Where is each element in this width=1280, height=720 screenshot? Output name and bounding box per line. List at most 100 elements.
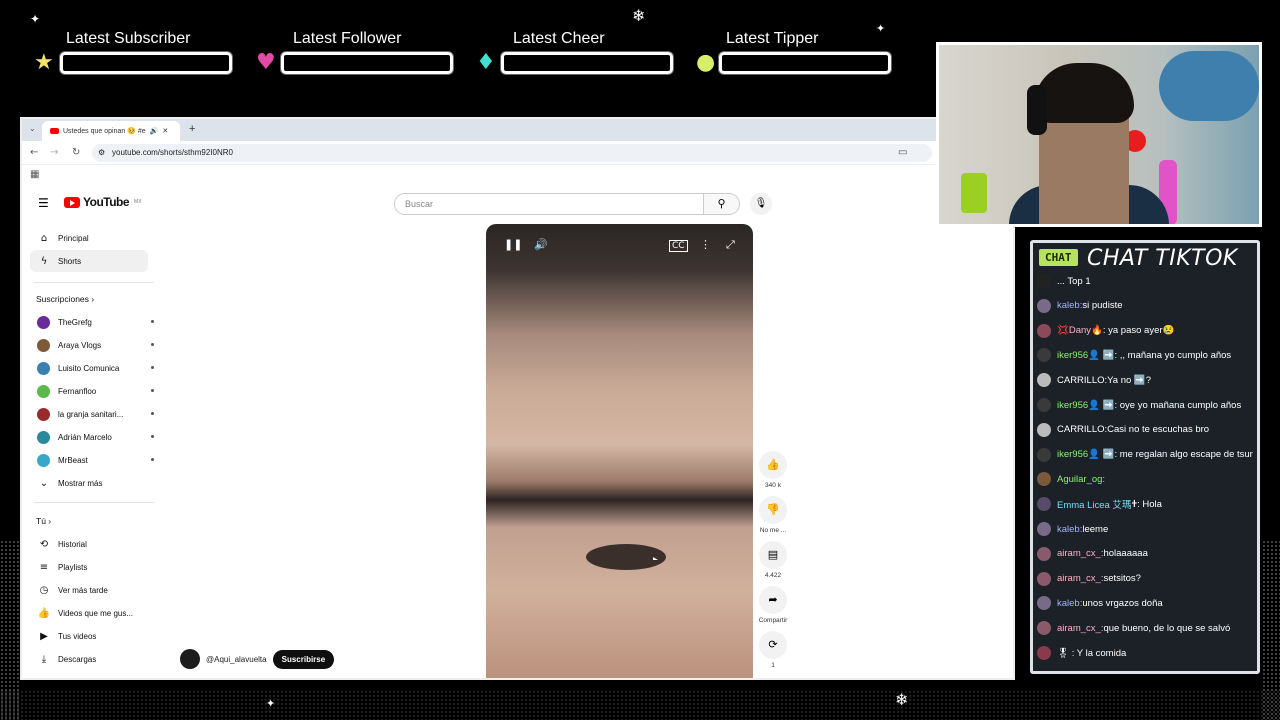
chat-text: 🕇: Hola bbox=[1131, 498, 1162, 510]
history-icon: ⟲ bbox=[39, 538, 49, 550]
cast-icon[interactable]: ▭ bbox=[898, 147, 907, 158]
comment-action[interactable]: ▤ 4.422 bbox=[757, 541, 789, 579]
share-action[interactable]: ➦ Compartir bbox=[757, 586, 789, 624]
sidebar-item-downloads[interactable]: ⤓ Descargas bbox=[30, 648, 148, 670]
channel-avatar[interactable] bbox=[180, 649, 200, 669]
tab-list-icon[interactable]: ⌄ bbox=[29, 124, 36, 133]
show-more-button[interactable]: ⌄ Mostrar más bbox=[30, 472, 148, 494]
youtube-logo[interactable]: YouTube MX bbox=[64, 195, 142, 209]
sidebar-item-historial[interactable]: ⟲ Historial bbox=[30, 533, 148, 555]
playlist-icon: ≡ bbox=[39, 561, 49, 573]
chat-username: CARRILLO: bbox=[1057, 424, 1108, 436]
chat-username: CARRILLO: bbox=[1057, 374, 1108, 386]
channel-avatar bbox=[37, 361, 50, 375]
sidebar-item-principal[interactable]: ⌂ Principal bbox=[30, 227, 148, 249]
subscription-item[interactable]: Araya Vlogs bbox=[30, 334, 154, 356]
url-text: youtube.com/shorts/sthm92I0NR0 bbox=[112, 148, 233, 157]
dislike-action[interactable]: 👎 No me ... bbox=[757, 496, 789, 534]
sidebar-item-shorts[interactable]: ϟ Shorts bbox=[30, 250, 148, 272]
sidebar-item-liked-videos[interactable]: 👍 Videos que me gus... bbox=[30, 602, 148, 624]
chat-message: kaleb: unos vrgazos doña bbox=[1037, 593, 1257, 613]
remix-action[interactable]: ⟳ 1 bbox=[757, 631, 789, 669]
subscription-item[interactable]: la granja sanitari... bbox=[30, 403, 154, 425]
action-label: Compartir bbox=[758, 617, 788, 624]
search-input[interactable]: Buscar bbox=[394, 193, 704, 215]
back-icon[interactable]: ← bbox=[30, 147, 38, 158]
subscription-item[interactable]: Adrián Marcelo bbox=[30, 426, 154, 448]
show-more-label: Mostrar más bbox=[58, 478, 103, 488]
action-label: 340 k bbox=[765, 482, 781, 489]
search-button[interactable]: ⚲ bbox=[704, 193, 740, 215]
subscriptions-heading-text: Suscripciones bbox=[36, 294, 89, 304]
new-content-dot bbox=[151, 412, 154, 415]
sidebar-item-label: Shorts bbox=[58, 256, 82, 266]
chat-username: kaleb: bbox=[1057, 523, 1083, 535]
volume-icon[interactable]: 🔊 bbox=[534, 238, 548, 251]
headphones-icon bbox=[1027, 85, 1047, 135]
shorts-icon: ϟ bbox=[40, 255, 48, 267]
chat-username: iker956 bbox=[1057, 399, 1089, 411]
site-info-icon[interactable]: ⚙ bbox=[98, 144, 105, 162]
menu-icon[interactable]: ☰ bbox=[38, 196, 49, 210]
sidebar-item-label: Historial bbox=[58, 539, 87, 549]
chat-message: iker956 👤 ➡️: me regalan algo escape de … bbox=[1037, 445, 1257, 465]
sidebar-item-playlists[interactable]: ≡ Playlists bbox=[30, 556, 148, 578]
browser-tab[interactable]: Ustedes que opinan 🥺 #e 🔊 ✕ bbox=[42, 121, 180, 141]
subscription-item[interactable]: Fernanfloo bbox=[30, 380, 154, 402]
chat-message: kaleb: si pudiste bbox=[1037, 296, 1257, 316]
logo-text: YouTube bbox=[83, 195, 130, 209]
subscription-item[interactable]: TheGrefg bbox=[30, 311, 154, 333]
chat-avatar bbox=[1037, 497, 1051, 512]
you-heading[interactable]: Tú › bbox=[36, 516, 51, 526]
like-action[interactable]: 👍 340 k bbox=[757, 451, 789, 489]
dot-pattern-bottom bbox=[0, 690, 1280, 720]
chat-message: airam_cx_: que bueno, de lo que se salvó bbox=[1037, 618, 1257, 638]
sidebar-item-label: Videos que me gus... bbox=[58, 608, 134, 618]
captions-icon[interactable]: CC bbox=[669, 240, 688, 252]
chat-message: CARRILLO: Casi no te escuchas bro bbox=[1037, 420, 1257, 440]
channel-handle[interactable]: @Aqui_alavuelta bbox=[206, 655, 267, 664]
alert-latest-subscriber: ★ Latest Subscriber bbox=[34, 30, 234, 76]
subscription-item[interactable]: MrBeast bbox=[30, 449, 154, 471]
channel-avatar bbox=[37, 407, 50, 421]
chevron-right-icon: › bbox=[91, 294, 95, 304]
sidebar-item-watch-later[interactable]: ◷ Ver más tarde bbox=[30, 579, 148, 601]
shorts-video-player[interactable]: ❚❚ 🔊 CC ⋮ ⤢ bbox=[486, 224, 753, 678]
dislike-icon: 👎 bbox=[759, 496, 787, 524]
pause-icon[interactable]: ❚❚ bbox=[504, 238, 522, 251]
action-label: 1 bbox=[771, 662, 775, 669]
forward-icon[interactable]: → bbox=[50, 147, 58, 158]
sidebar-item-label: Principal bbox=[58, 233, 89, 243]
sidebar-item-label: Playlists bbox=[58, 562, 88, 572]
sidebar-item-label: Descargas bbox=[58, 654, 97, 664]
chat-message: Emma Licea 艾瑪 🕇: Hola bbox=[1037, 494, 1257, 514]
new-tab-button[interactable]: + bbox=[189, 123, 195, 135]
sidebar-item-your-videos[interactable]: ▶ Tus videos bbox=[30, 625, 148, 647]
channel-name: Adrián Marcelo bbox=[58, 432, 112, 442]
audio-icon[interactable]: 🔊 bbox=[150, 127, 159, 135]
voice-search-button[interactable]: 🎙 bbox=[750, 193, 772, 215]
like-icon: 👍 bbox=[37, 607, 51, 619]
drink-can bbox=[961, 173, 987, 213]
chat-avatar bbox=[1037, 323, 1051, 338]
chat-avatar bbox=[1037, 596, 1051, 611]
reload-icon[interactable]: ↻ bbox=[72, 147, 80, 158]
youtube-header: ☰ YouTube MX Buscar ⚲ 🎙 bbox=[22, 185, 1013, 225]
new-content-dot bbox=[151, 343, 154, 346]
alert-label: Latest Cheer bbox=[513, 30, 605, 47]
chat-text: que bueno, de lo que se salvó bbox=[1103, 622, 1231, 634]
more-options-icon[interactable]: ⋮ bbox=[700, 238, 711, 251]
youtube-play-icon bbox=[64, 196, 80, 208]
chat-text: si pudiste bbox=[1082, 300, 1123, 312]
apps-grid-icon[interactable]: ▦ bbox=[30, 169, 39, 180]
subscribe-button[interactable]: Suscribirse bbox=[272, 649, 335, 669]
url-field[interactable]: ⚙ youtube.com/shorts/sthm92I0NR0 bbox=[92, 144, 932, 162]
subscriptions-heading[interactable]: Suscripciones › bbox=[36, 294, 94, 304]
sidebar-divider bbox=[34, 502, 154, 503]
chat-username: kaleb: bbox=[1057, 300, 1083, 312]
close-tab-icon[interactable]: ✕ bbox=[162, 127, 168, 135]
sidebar-item-label: Tus videos bbox=[58, 631, 97, 641]
fullscreen-icon[interactable]: ⤢ bbox=[726, 238, 735, 252]
subscription-item[interactable]: Luisito Comunica bbox=[30, 357, 154, 379]
chat-avatar bbox=[1037, 373, 1051, 388]
